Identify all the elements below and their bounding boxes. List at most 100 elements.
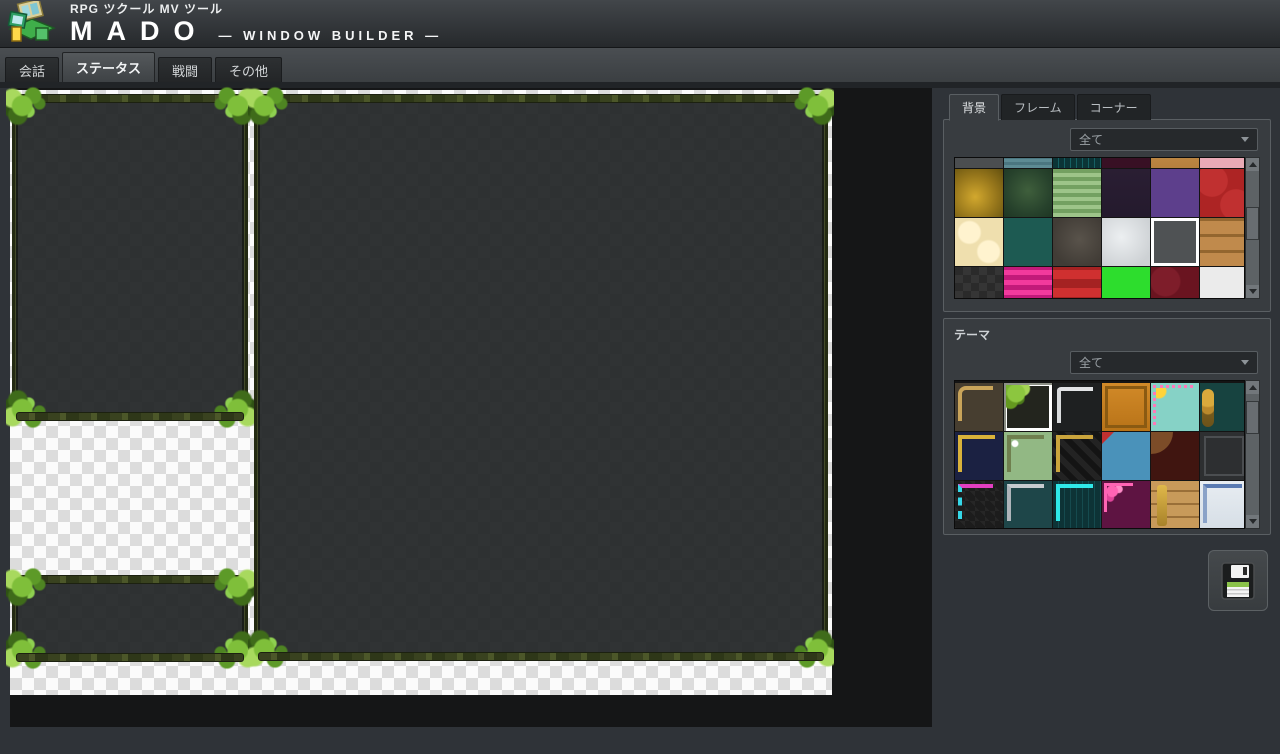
gold-window[interactable] xyxy=(12,576,248,661)
theme-swatch-neon-magenta-cyan[interactable] xyxy=(955,481,1003,529)
vine-corner-decoration xyxy=(780,86,834,130)
theme-corner-preview xyxy=(958,484,993,519)
main-tab-4[interactable]: その他 xyxy=(215,57,282,82)
theme-swatch-steel-blue[interactable] xyxy=(1102,432,1150,480)
texture-swatch-dark-red-damask[interactable] xyxy=(1151,267,1199,299)
scroll-up-button[interactable] xyxy=(1246,158,1259,171)
scrollbar-thumb[interactable] xyxy=(1246,207,1259,240)
vine-corner-decoration xyxy=(6,385,60,429)
theme-swatch-silver-ornate[interactable] xyxy=(1053,383,1101,431)
vine-corner-decoration xyxy=(200,385,254,429)
background-panel: 背景フレームコーナー 全て xyxy=(943,94,1271,312)
theme-swatch-teal-silver[interactable] xyxy=(1004,481,1052,529)
texture-swatch-dark-stone[interactable] xyxy=(1053,218,1101,266)
texture-swatch-teal-solid[interactable] xyxy=(1004,218,1052,266)
texture-swatch-dark-gray[interactable] xyxy=(955,157,1003,168)
theme-corner-preview xyxy=(1104,483,1133,512)
theme-swatch-sage-green[interactable] xyxy=(1004,432,1052,480)
theme-corner-preview xyxy=(1007,484,1044,521)
theme-swatch-amber-wood[interactable] xyxy=(1102,383,1150,431)
theme-swatch-green-plant[interactable] xyxy=(1004,383,1052,431)
texture-swatch-wood-planks[interactable] xyxy=(1200,218,1245,266)
theme-swatch-wood-planks-gold[interactable] xyxy=(1151,481,1199,529)
app-subtitle: RPG ツクール MV ツール xyxy=(70,2,442,16)
scroll-down-button[interactable] xyxy=(1246,285,1259,298)
texture-swatch-purple[interactable] xyxy=(1151,169,1199,217)
theme-scrollbar[interactable] xyxy=(1245,380,1260,529)
background-panel-tab-3[interactable]: コーナー xyxy=(1077,94,1151,120)
floppy-disk-icon xyxy=(1221,562,1255,600)
texture-swatch-green-stripes[interactable] xyxy=(1053,169,1101,217)
theme-panel: テーマ 全て xyxy=(943,318,1271,535)
scrollbar-thumb[interactable] xyxy=(1246,401,1259,434)
theme-grid xyxy=(954,380,1245,529)
texture-filter-dropdown[interactable]: 全て xyxy=(1070,128,1258,151)
theme-filter-dropdown[interactable]: 全て xyxy=(1070,351,1258,374)
mado-app-icon xyxy=(6,1,58,47)
theme-panel-label: テーマ xyxy=(954,326,990,343)
window-preview-canvas[interactable] xyxy=(10,90,832,695)
chevron-down-icon xyxy=(1241,360,1249,365)
background-panel-tab-1[interactable]: 背景 xyxy=(949,94,999,121)
theme-corner-preview xyxy=(1057,387,1093,423)
save-button[interactable] xyxy=(1208,550,1268,611)
texture-grid xyxy=(954,157,1245,299)
texture-swatch-gray-plain[interactable] xyxy=(1151,218,1199,266)
main-tab-1[interactable]: 会話 xyxy=(5,57,59,82)
title-bar: RPG ツクール MV ツール MADO — WINDOW BUILDER — xyxy=(0,0,1280,48)
theme-corner-preview xyxy=(1007,435,1044,472)
main-tab-2[interactable]: ステータス xyxy=(62,52,155,82)
main-tab-3[interactable]: 戦闘 xyxy=(158,57,212,82)
scroll-down-button[interactable] xyxy=(1246,515,1259,528)
menu-command-window[interactable] xyxy=(12,95,248,420)
theme-corner-preview xyxy=(1151,432,1173,454)
theme-corner-preview xyxy=(958,435,995,472)
vine-corner-decoration xyxy=(780,625,834,669)
vine-corner-decoration xyxy=(6,626,60,670)
texture-swatch-white-marble[interactable] xyxy=(1102,218,1150,266)
theme-swatch-paper-blue[interactable] xyxy=(1200,481,1245,529)
background-panel-tabs: 背景フレームコーナー xyxy=(943,94,1271,120)
scroll-up-button[interactable] xyxy=(1246,381,1259,394)
theme-swatch-charcoal-simple[interactable] xyxy=(1200,432,1245,480)
texture-swatch-gold-clouds[interactable] xyxy=(955,169,1003,217)
texture-swatch-teal-grid[interactable] xyxy=(1053,157,1101,168)
theme-corner-preview xyxy=(958,386,993,421)
texture-swatch-red-stripes[interactable] xyxy=(1053,267,1101,299)
vine-corner-decoration xyxy=(200,567,254,611)
texture-swatch-pale-blue[interactable] xyxy=(1200,157,1245,168)
texture-swatch-forest-green[interactable] xyxy=(1004,169,1052,217)
app-title: MADO xyxy=(70,16,209,46)
chevron-down-icon xyxy=(1241,137,1249,142)
theme-swatch-cyan-dots-star[interactable] xyxy=(1151,383,1199,431)
theme-swatch-cyan-neon-grid[interactable] xyxy=(1053,481,1101,529)
theme-corner-preview xyxy=(1004,383,1052,431)
theme-swatch-pink-ornate[interactable] xyxy=(1102,481,1150,529)
brand-block: RPG ツクール MV ツール MADO — WINDOW BUILDER — xyxy=(70,2,442,46)
mado-window-builder-app: { "header": { "app_subtitle": "RPG ツクール … xyxy=(0,0,1280,754)
theme-swatch-teal-gold-scroll[interactable] xyxy=(1200,383,1245,431)
theme-swatch-brown-classic[interactable] xyxy=(955,383,1003,431)
texture-swatch-blue-stripes[interactable] xyxy=(1004,157,1052,168)
theme-corner-preview xyxy=(1056,435,1093,472)
theme-corner-preview xyxy=(1105,386,1147,428)
texture-swatch-dark-plum[interactable] xyxy=(1102,169,1150,217)
texture-swatch-wood-light[interactable] xyxy=(1151,157,1199,168)
texture-swatch-bright-green[interactable] xyxy=(1102,267,1150,299)
theme-corner-preview xyxy=(1204,436,1244,476)
texture-swatch-red-damask[interactable] xyxy=(1200,169,1245,217)
main-tab-bar: 会話ステータス戦闘その他 xyxy=(0,48,1280,82)
texture-swatch-dark-checker[interactable] xyxy=(955,267,1003,299)
texture-swatch-cream-pattern[interactable] xyxy=(955,218,1003,266)
theme-swatch-navy-gold[interactable] xyxy=(955,432,1003,480)
texture-swatch-magenta-stripes[interactable] xyxy=(1004,267,1052,299)
theme-swatch-maroon-leather[interactable] xyxy=(1151,432,1199,480)
status-window[interactable] xyxy=(254,95,828,660)
texture-swatch-snow-white[interactable] xyxy=(1200,267,1245,299)
background-panel-tab-2[interactable]: フレーム xyxy=(1001,94,1075,120)
theme-swatch-black-diamond-gold[interactable] xyxy=(1053,432,1101,480)
theme-corner-preview xyxy=(1056,484,1093,521)
texture-scrollbar[interactable] xyxy=(1245,157,1260,299)
background-panel-body: 全て xyxy=(943,119,1271,312)
texture-swatch-dark-maroon[interactable] xyxy=(1102,157,1150,168)
